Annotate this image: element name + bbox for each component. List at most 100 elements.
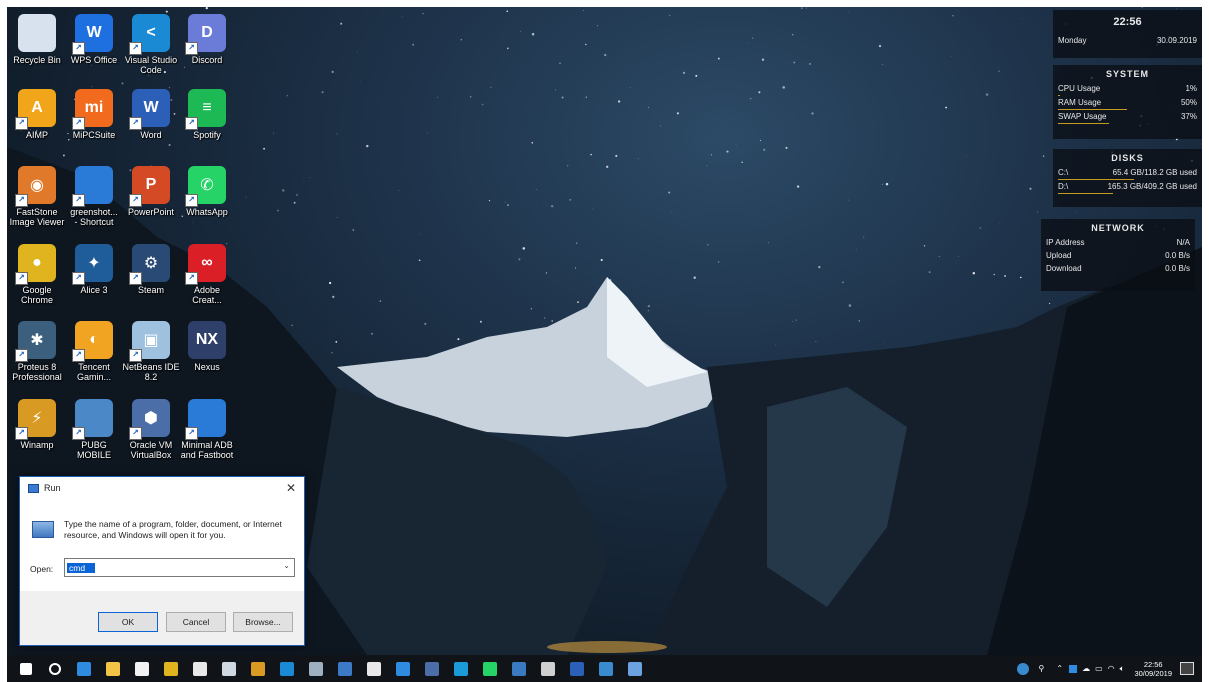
chevron-down-icon[interactable]: ⌄ [283, 561, 290, 570]
desktop-icon-vscode[interactable]: < ↗ Visual Studio Code [121, 10, 181, 82]
cloud-icon[interactable]: ☁ [1082, 664, 1090, 673]
desktop-icon-label: NetBeans IDE 8.2 [122, 362, 180, 382]
desktop-icon-label: AIMP [25, 130, 48, 140]
people-icon[interactable]: ⚲ [1039, 664, 1045, 673]
chrome-icon [163, 661, 178, 676]
desktop-icon-recycle-bin[interactable]: Recycle Bin [7, 10, 67, 82]
taskbar: ⚲ ⌃ ☁ ▭ ◠ 🔈︎ 22:56 30/09/2019 [7, 655, 1202, 682]
shortcut-arrow-icon: ↗ [72, 272, 85, 285]
alice-icon: ✦ ↗ [72, 244, 113, 285]
shortcut-arrow-icon: ↗ [15, 272, 28, 285]
dropbox-icon [192, 661, 207, 676]
shortcut-arrow-icon: ↗ [72, 427, 85, 440]
taskbar-store-button[interactable] [127, 655, 156, 682]
system-widget: SYSTEM CPU Usage 1% RAM Usage 50% SWAP Usa… [1053, 65, 1202, 139]
taskbar-chrome-button[interactable] [156, 655, 185, 682]
desktop-icon-steam[interactable]: ⚙ ↗ Steam [121, 240, 181, 312]
battery-icon[interactable]: ▭ [1095, 664, 1103, 673]
wifi-icon[interactable]: ◠ [1108, 664, 1115, 673]
desktop-icon-whatsapp[interactable]: ✆ ↗ WhatsApp [177, 162, 237, 234]
desktop-icon-virtualbox[interactable]: ⬢ ↗ Oracle VM VirtualBox [121, 395, 181, 467]
desktop-icon-adobe-cc[interactable]: ∞ ↗ Adobe Creat... [177, 240, 237, 312]
taskbar-start-button[interactable] [11, 655, 40, 682]
taskbar-whatsapp-button[interactable] [475, 655, 504, 682]
taskbar-time: 22:56 [1143, 659, 1163, 669]
desktop-icon-chrome[interactable]: ● ↗ Google Chrome [7, 240, 67, 312]
whatsapp-icon [482, 661, 497, 676]
taskbar-checkmark-button[interactable] [388, 655, 417, 682]
desktop-icon-greenshot[interactable]: ↗ greenshot... - Shortcut [64, 162, 124, 234]
taskbar-winamp-button[interactable] [243, 655, 272, 682]
run-titlebar[interactable]: Run [20, 477, 304, 499]
desktop-icon-tencent-gaming[interactable]: ◐ ↗ Tencent Gamin... [64, 317, 124, 389]
chevron-up-icon[interactable]: ⌃ [1056, 664, 1063, 673]
browse-button[interactable]: Browse... [233, 612, 293, 632]
shortcut-arrow-icon: ↗ [72, 117, 85, 130]
taskbar-window-button[interactable] [533, 655, 562, 682]
desktop-icon-minimal-adb[interactable]: ↗ Minimal ADB and Fastboot [177, 395, 237, 467]
taskbar-active-window-button[interactable] [620, 655, 649, 682]
upload-row: Upload 0.0 B/s [1046, 251, 1190, 260]
vscode-icon: < ↗ [129, 14, 170, 55]
taskbar-dropbox-button[interactable] [185, 655, 214, 682]
desktop-icon-pubg[interactable]: ↗ PUBG MOBILE [64, 395, 124, 467]
ram-row: RAM Usage 50% [1058, 98, 1197, 107]
desktop-icon-netbeans[interactable]: ▣ ↗ NetBeans IDE 8.2 [121, 317, 181, 389]
taskbar-photoshop-button[interactable] [446, 655, 475, 682]
widget-time: 22:56 [1113, 16, 1142, 28]
close-icon[interactable]: ✕ [286, 481, 296, 495]
checkmark-icon [395, 661, 410, 676]
taskbar-word-button[interactable] [562, 655, 591, 682]
taskbar-app-button[interactable] [330, 655, 359, 682]
tray-app-icon[interactable] [1069, 664, 1078, 673]
winamp-icon: ⚡ ↗ [15, 399, 56, 440]
network-status-icon[interactable] [1016, 662, 1029, 675]
desktop-icon-proteus[interactable]: ✱ ↗ Proteus 8 Professional [7, 317, 67, 389]
desktop-icon-label: Google Chrome [20, 285, 53, 305]
taskbar-slack-button[interactable] [359, 655, 388, 682]
taskbar-notes-button[interactable] [504, 655, 533, 682]
chrome-icon: ● ↗ [15, 244, 56, 285]
taskbar-clock[interactable]: 22:56 30/09/2019 [1134, 660, 1172, 678]
taskbar-steam-button[interactable] [214, 655, 243, 682]
whatsapp-icon: ✆ ↗ [185, 166, 226, 207]
disk-d-row: D:\ 165.3 GB/409.2 GB used [1058, 182, 1197, 191]
spotify-icon: ≡ ↗ [185, 89, 226, 130]
desktop-icon-alice[interactable]: ✦ ↗ Alice 3 [64, 240, 124, 312]
ok-button[interactable]: OK [98, 612, 158, 632]
desktop-icon-word[interactable]: W ↗ Word [121, 85, 181, 157]
desktop-icon-spotify[interactable]: ≡ ↗ Spotify [177, 85, 237, 157]
taskbar-proteus-button[interactable] [301, 655, 330, 682]
shortcut-arrow-icon: ↗ [129, 117, 142, 130]
notifications-icon[interactable] [1180, 662, 1194, 675]
widget-day: Monday [1058, 36, 1087, 45]
taskbar-phone-button[interactable] [591, 655, 620, 682]
desktop-icon-mi-pc-suite[interactable]: mi ↗ MiPCSuite [64, 85, 124, 157]
minimal-adb-icon: ↗ [185, 399, 226, 440]
desktop-icon-label: Word [140, 130, 162, 140]
taskbar-file-explorer-button[interactable] [98, 655, 127, 682]
mi-pc-suite-icon: mi ↗ [72, 89, 113, 130]
desktop-icon-label: MiPCSuite [72, 130, 116, 140]
desktop-icon-label: Spotify [193, 130, 221, 140]
steam-icon [221, 661, 236, 676]
volume-icon[interactable]: 🔈︎ [1120, 664, 1125, 674]
desktop-icon-aimp[interactable]: A ↗ AIMP [7, 85, 67, 157]
desktop-icon-powerpoint[interactable]: P ↗ PowerPoint [121, 162, 181, 234]
taskbar-edge-button[interactable] [69, 655, 98, 682]
open-input[interactable] [67, 562, 95, 573]
desktop-icon-nexus[interactable]: NX Nexus [177, 317, 237, 389]
taskbar-vscode-button[interactable] [272, 655, 301, 682]
desktop-icon-wps-office[interactable]: W ↗ WPS Office [64, 10, 124, 82]
taskbar-search-button[interactable] [40, 655, 69, 682]
desktop-icon-discord[interactable]: D ↗ Discord [177, 10, 237, 82]
taskbar-virtualbox-button[interactable] [417, 655, 446, 682]
open-combobox[interactable]: ⌄ [64, 558, 295, 577]
word-icon: W ↗ [129, 89, 170, 130]
desktop-icon-winamp[interactable]: ⚡ ↗ Winamp [7, 395, 67, 467]
desktop-icon-label: PUBG MOBILE [76, 440, 111, 460]
cancel-button[interactable]: Cancel [166, 612, 226, 632]
shortcut-arrow-icon: ↗ [185, 272, 198, 285]
steam-icon: ⚙ ↗ [129, 244, 170, 285]
desktop-icon-faststone[interactable]: ◉ ↗ FastStone Image Viewer [7, 162, 67, 234]
